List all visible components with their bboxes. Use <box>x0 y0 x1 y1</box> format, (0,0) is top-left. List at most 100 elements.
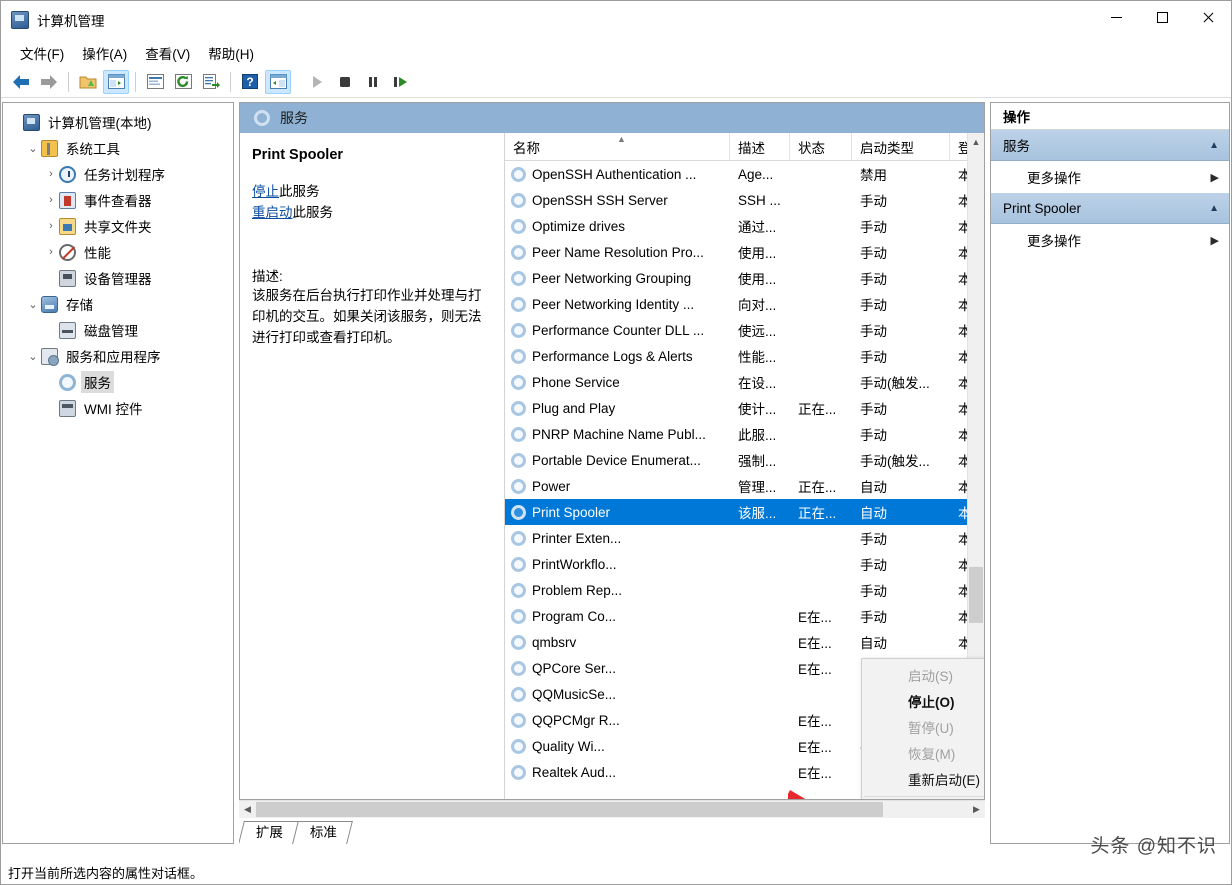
description-text: 该服务在后台执行打印作业并处理与打印机的交互。如果关闭该服务，则无法进行打印或查… <box>252 285 490 348</box>
menu-file[interactable]: 文件(F) <box>11 40 73 66</box>
service-row[interactable]: Performance Logs & Alerts性能...手动本 <box>505 343 984 369</box>
forward-icon[interactable] <box>36 70 62 94</box>
show-action-pane-icon[interactable] <box>265 70 291 94</box>
tree-node-1[interactable]: ⌄系统工具 <box>3 135 233 161</box>
tree-collapse-icon[interactable]: ⌄ <box>25 140 41 156</box>
tree-node-6[interactable]: 设备管理器 <box>3 265 233 291</box>
service-row[interactable]: Peer Name Resolution Pro...使用...手动本 <box>505 239 984 265</box>
tree-node-5[interactable]: ›性能 <box>3 239 233 265</box>
horizontal-scroll-thumb[interactable] <box>256 802 883 817</box>
service-gear-icon <box>511 765 526 780</box>
service-row[interactable]: PNRP Machine Name Publ...此服...手动本 <box>505 421 984 447</box>
col-startup-header[interactable]: 启动类型 <box>852 133 950 160</box>
actions-group-header-1[interactable]: Print Spooler▲ <box>991 193 1229 224</box>
title-bar: 计算机管理 <box>1 1 1231 39</box>
actions-group-header-0[interactable]: 服务▲ <box>991 130 1229 161</box>
up-folder-icon[interactable] <box>75 70 101 94</box>
service-row[interactable]: PrintWorkflo...手动本 <box>505 551 984 577</box>
tree-collapse-icon[interactable]: ⌄ <box>25 296 41 312</box>
computer-management-icon <box>11 11 29 29</box>
tree-expand-icon[interactable]: › <box>43 244 59 260</box>
cell-description: 强制... <box>730 450 790 470</box>
service-row[interactable]: Printer Exten...手动本 <box>505 525 984 551</box>
service-row[interactable]: Problem Rep...手动本 <box>505 577 984 603</box>
back-icon[interactable] <box>8 70 34 94</box>
service-row[interactable]: Portable Device Enumerat...强制...手动(触发...… <box>505 447 984 473</box>
service-row[interactable]: OpenSSH Authentication ...Age...禁用本 <box>505 161 984 187</box>
cell-description: Age... <box>730 167 790 182</box>
col-description-header[interactable]: 描述 <box>730 133 790 160</box>
context-menu-label: 启动(S) <box>908 665 953 685</box>
stop-service-icon[interactable] <box>332 70 358 94</box>
stop-service-link[interactable]: 停止 <box>252 184 279 199</box>
service-row[interactable]: Optimize drives通过...手动本 <box>505 213 984 239</box>
scroll-left-arrow-icon[interactable]: ◀ <box>239 801 256 818</box>
service-gear-icon <box>511 349 526 364</box>
tree-node-11[interactable]: WMI 控件 <box>3 395 233 421</box>
column-label: 启动类型 <box>860 137 914 157</box>
export-list-icon[interactable] <box>198 70 224 94</box>
service-row[interactable]: qmbsrvE在...自动本 <box>505 629 984 655</box>
service-row[interactable]: Print Spooler该服...正在...自动本 <box>505 499 984 525</box>
pause-service-icon[interactable] <box>360 70 386 94</box>
service-row[interactable]: OpenSSH SSH ServerSSH ...手动本 <box>505 187 984 213</box>
refresh-icon[interactable] <box>170 70 196 94</box>
service-row[interactable]: Plug and Play使计...正在...手动本 <box>505 395 984 421</box>
menu-action[interactable]: 操作(A) <box>73 40 136 66</box>
tab-extended[interactable]: 扩展 <box>239 821 299 844</box>
vertical-scroll-thumb[interactable] <box>969 567 983 623</box>
tree-node-9[interactable]: ⌄服务和应用程序 <box>3 343 233 369</box>
tree-node-0[interactable]: 计算机管理(本地) <box>3 109 233 135</box>
horizontal-scroll-track[interactable] <box>256 801 968 818</box>
comp-icon <box>23 114 40 131</box>
chevron-up-icon[interactable]: ▲ <box>1209 140 1219 151</box>
service-row[interactable]: Peer Networking Identity ...向对...手动本 <box>505 291 984 317</box>
tab-standard[interactable]: 标准 <box>292 821 353 844</box>
tree-node-4[interactable]: ›共享文件夹 <box>3 213 233 239</box>
tree-expand-icon[interactable]: › <box>43 192 59 208</box>
tree-collapse-icon[interactable]: ⌄ <box>25 348 41 364</box>
close-button[interactable] <box>1185 1 1231 33</box>
help-icon[interactable]: ? <box>237 70 263 94</box>
service-name-text: PNRP Machine Name Publ... <box>532 427 706 442</box>
actions-more-actions-1[interactable]: 更多操作▶ <box>991 224 1229 256</box>
tree-node-2[interactable]: › 任务计划程序 <box>3 161 233 187</box>
ctx-restart[interactable]: 重新启动(E) <box>862 766 985 792</box>
tree-node-8[interactable]: 磁盘管理 <box>3 317 233 343</box>
start-service-icon[interactable] <box>304 70 330 94</box>
tree-expand-icon[interactable]: › <box>43 218 59 234</box>
tree-node-3[interactable]: ›事件查看器 <box>3 187 233 213</box>
tree-node-10[interactable]: 服务 <box>3 369 233 395</box>
col-name-header[interactable]: 名称▲ <box>505 133 730 160</box>
gear-icon <box>59 374 76 391</box>
list-horizontal-scrollbar[interactable]: ◀ ▶ <box>239 800 985 818</box>
ctx-stop[interactable]: 停止(O) <box>862 688 985 714</box>
services-list-header: 名称▲描述状态启动类型登 <box>505 133 984 161</box>
service-row[interactable]: Phone Service在设...手动(触发...本 <box>505 369 984 395</box>
cell-description: 使远... <box>730 320 790 340</box>
tree-node-7[interactable]: ⌄存储 <box>3 291 233 317</box>
col-status-header[interactable]: 状态 <box>790 133 852 160</box>
menu-help[interactable]: 帮助(H) <box>199 40 263 66</box>
scroll-up-arrow-icon[interactable]: ▲ <box>968 133 984 150</box>
tree-expand-icon[interactable]: › <box>43 166 59 182</box>
service-row[interactable]: Program Co...E在...手动本 <box>505 603 984 629</box>
service-row[interactable]: Power管理...正在...自动本 <box>505 473 984 499</box>
menu-view[interactable]: 查看(V) <box>136 40 199 66</box>
tree-node-label: 任务计划程序 <box>81 163 168 185</box>
chevron-up-icon[interactable]: ▲ <box>1209 203 1219 214</box>
cell-description: 使计... <box>730 398 790 418</box>
maximize-button[interactable] <box>1139 1 1185 33</box>
cell-name: Optimize drives <box>505 219 730 234</box>
properties-icon[interactable] <box>142 70 168 94</box>
status-bar: 打开当前所选内容的属性对话框。 <box>2 861 1230 883</box>
minimize-button[interactable] <box>1093 1 1139 33</box>
service-row[interactable]: Performance Counter DLL ...使远...手动本 <box>505 317 984 343</box>
restart-service-link[interactable]: 重启动 <box>252 205 293 220</box>
service-row[interactable]: Peer Networking Grouping使用...手动本 <box>505 265 984 291</box>
scroll-right-arrow-icon[interactable]: ▶ <box>968 801 985 818</box>
actions-more-actions-0[interactable]: 更多操作▶ <box>991 161 1229 193</box>
show-hide-tree-icon[interactable] <box>103 70 129 94</box>
actions-item-label: 更多操作 <box>1027 167 1211 187</box>
restart-service-icon[interactable] <box>388 70 414 94</box>
